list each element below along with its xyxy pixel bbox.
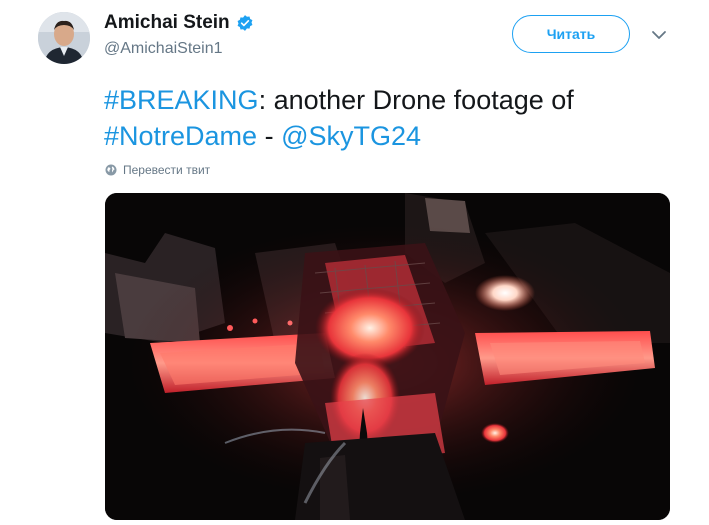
globe-icon	[105, 164, 117, 176]
follow-button[interactable]: Читать	[512, 15, 630, 53]
author-display-name[interactable]: Amichai Stein	[104, 12, 230, 34]
tweet-text-segment: : another Drone footage of	[258, 85, 574, 115]
mention-link-skytg24[interactable]: @SkyTG24	[281, 121, 421, 151]
translate-tweet-link[interactable]: Перевести твит	[105, 163, 210, 177]
hashtag-link-breaking[interactable]: #BREAKING	[104, 85, 259, 115]
tweet-card: Amichai Stein @AmichaiStein1 Читать #BRE…	[0, 0, 709, 525]
chevron-down-icon[interactable]	[650, 28, 668, 42]
author-handle[interactable]: @AmichaiStein1	[104, 40, 223, 58]
tweet-text: #BREAKING: another Drone footage of #Not…	[104, 82, 684, 154]
translate-label: Перевести твит	[123, 163, 211, 177]
verified-badge-icon	[236, 14, 254, 32]
avatar[interactable]	[38, 12, 90, 64]
author-name-row[interactable]: Amichai Stein	[104, 12, 254, 34]
hashtag-link-notredame[interactable]: #NotreDame	[104, 121, 257, 151]
tweet-text-segment: -	[257, 121, 282, 151]
tweet-media-image[interactable]	[105, 193, 670, 520]
